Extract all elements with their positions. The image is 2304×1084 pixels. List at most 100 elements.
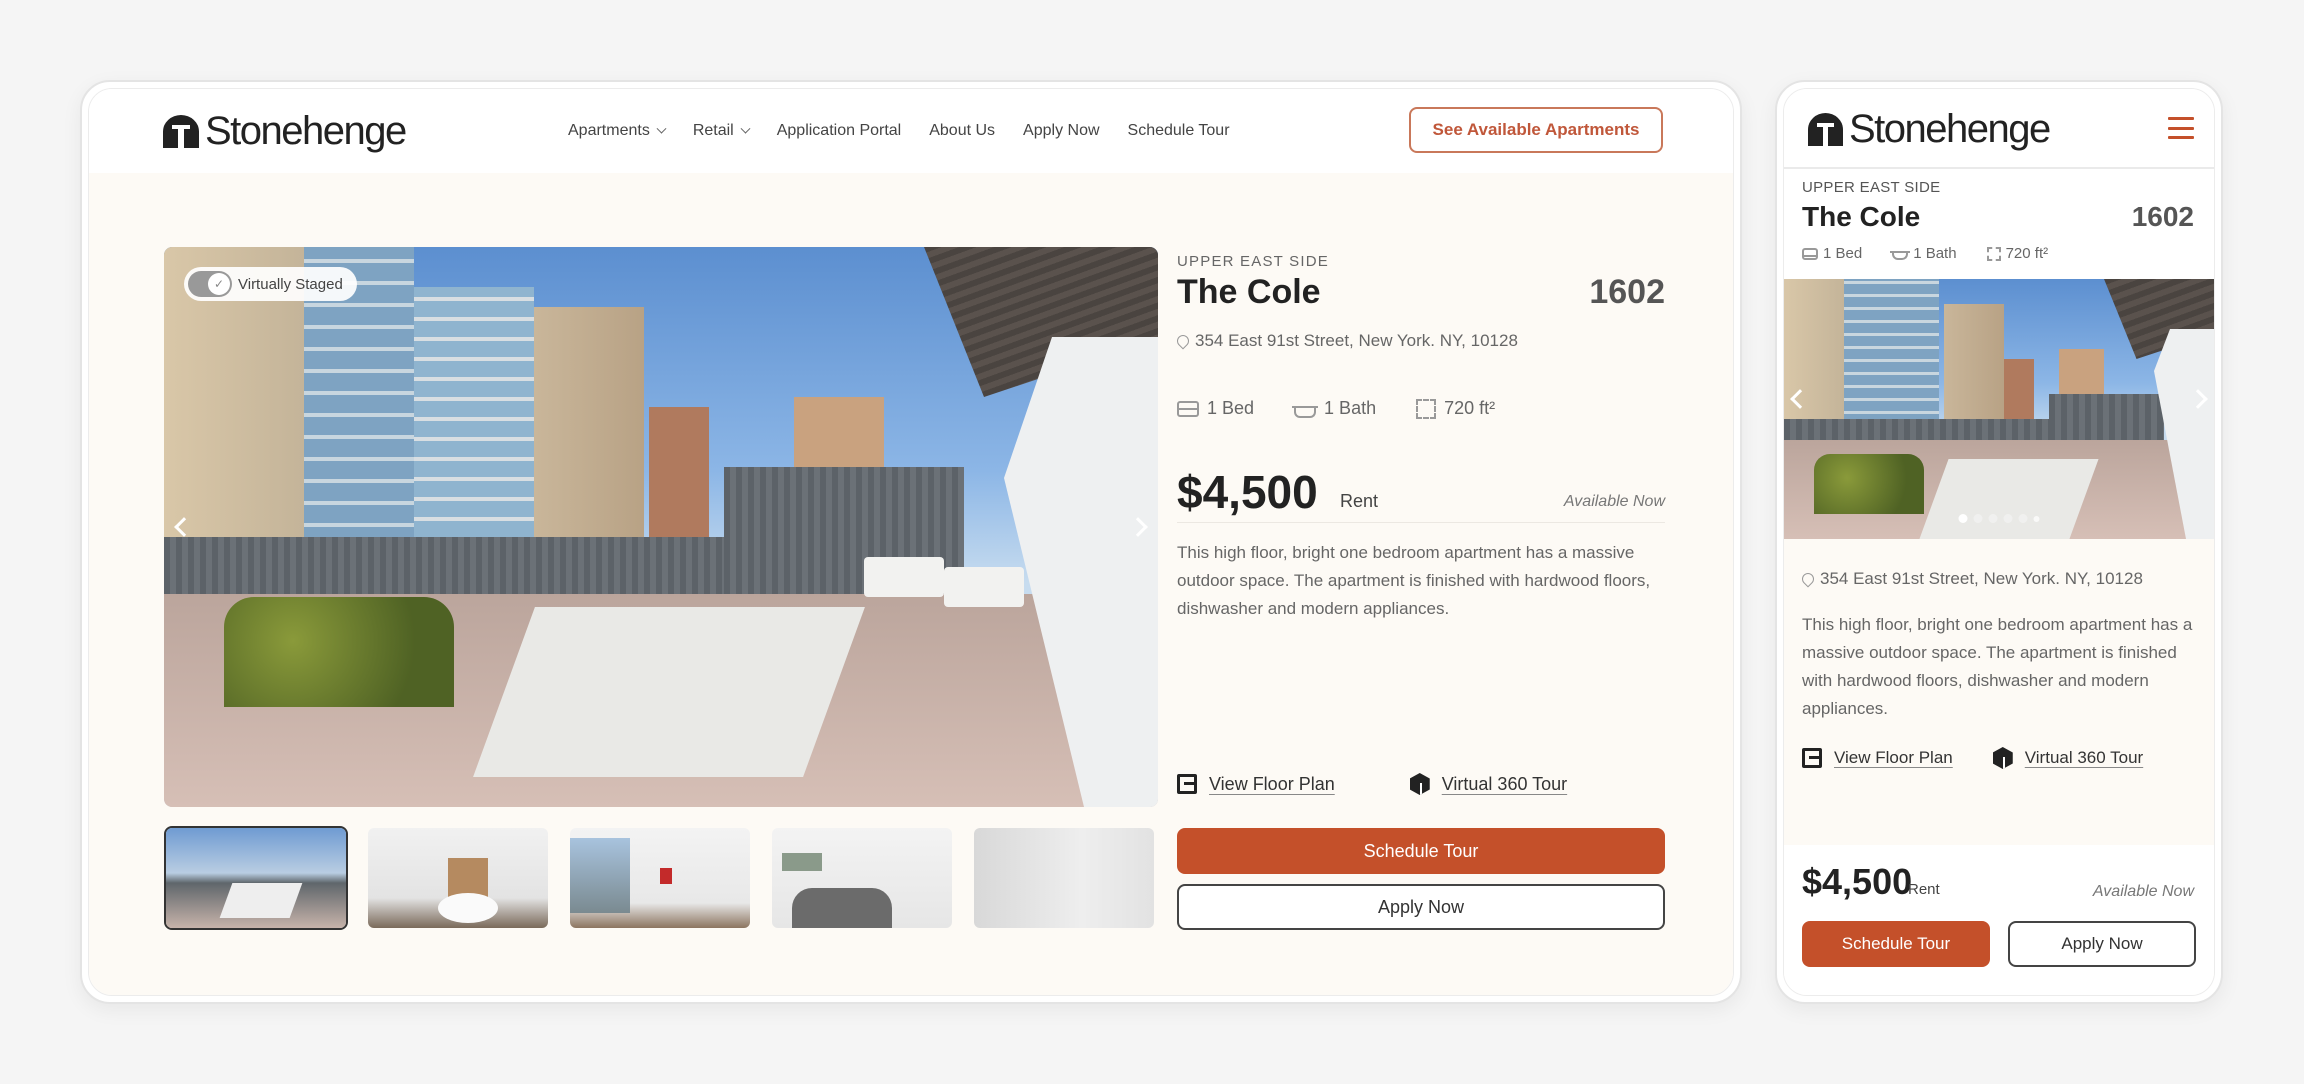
footer-actions: Schedule Tour Apply Now xyxy=(1802,921,2196,967)
unit-specs: 1 Bed 1 Bath 720 ft² xyxy=(1177,398,1495,419)
virtual-tour-link[interactable]: Virtual 360 Tour xyxy=(1409,773,1567,795)
address-text: 354 East 91st Street, New York. NY, 1012… xyxy=(1195,331,1518,350)
chevron-left-icon xyxy=(1790,389,1810,409)
nav-label: Apartments xyxy=(568,122,650,139)
description: This high floor, bright one bedroom apar… xyxy=(1177,543,1651,618)
schedule-tour-button[interactable]: Schedule Tour xyxy=(1802,921,1990,967)
price: $4,500 xyxy=(1177,466,1318,518)
nav-retail[interactable]: Retail xyxy=(692,122,751,140)
price-label: Rent xyxy=(1908,881,1940,898)
listing-links: View Floor Plan Virtual 360 Tour xyxy=(1802,747,2143,769)
link-label: View Floor Plan xyxy=(1209,773,1335,794)
neighborhood: UPPER EAST SIDE xyxy=(1802,179,1941,196)
beds-text: 1 Bed xyxy=(1207,398,1255,418)
toggle-switch[interactable]: ✓ xyxy=(188,271,232,297)
desktop-preview: Stonehenge Apartments Retail Application… xyxy=(80,80,1742,1004)
apply-now-button[interactable]: Apply Now xyxy=(2007,921,2196,967)
spec-area: 720 ft² xyxy=(1986,245,2049,262)
nav-schedule-tour[interactable]: Schedule Tour xyxy=(1128,122,1230,140)
view-floor-plan-link[interactable]: View Floor Plan xyxy=(1802,747,1953,769)
virtual-tour-link[interactable]: Virtual 360 Tour xyxy=(1992,747,2143,769)
hamburger-icon xyxy=(2168,117,2194,120)
unit-specs: 1 Bed 1 Bath 720 ft² xyxy=(1802,245,2048,262)
unit-number: 1602 xyxy=(2131,201,2194,232)
area-text: 720 ft² xyxy=(1444,398,1496,418)
carousel-dot[interactable] xyxy=(1988,514,1998,523)
description: This high floor, bright one bedroom apar… xyxy=(1802,615,2193,718)
apply-now-button[interactable]: Apply Now xyxy=(1177,884,1665,930)
bathtub-icon xyxy=(1292,405,1319,418)
listing-section: ✓ Virtually Staged UPPER EAST SIDE The C… xyxy=(89,173,1733,995)
stonehenge-logo-icon xyxy=(163,115,199,148)
logo-text: Stonehenge xyxy=(1849,107,2051,151)
chevron-right-icon xyxy=(2188,389,2208,409)
prev-photo-button[interactable] xyxy=(172,507,196,547)
menu-button[interactable] xyxy=(2168,117,2194,139)
building-name: The Cole xyxy=(1177,273,1321,311)
logo-text: Stonehenge xyxy=(205,109,407,153)
nav-about-us[interactable]: About Us xyxy=(929,122,995,140)
schedule-tour-button[interactable]: Schedule Tour xyxy=(1177,828,1665,874)
nav-label: Apply Now xyxy=(1023,122,1100,139)
carousel-dot[interactable] xyxy=(2018,514,2028,523)
mobile-listing-header: UPPER EAST SIDE The Cole 1602 1 Bed 1 Ba… xyxy=(1784,171,2214,279)
desktop-page: Stonehenge Apartments Retail Application… xyxy=(88,88,1734,996)
prev-photo-button[interactable] xyxy=(1788,379,1812,419)
baths-text: 1 Bath xyxy=(1324,398,1377,418)
cube-icon xyxy=(1992,747,2013,769)
nav-apartments[interactable]: Apartments xyxy=(568,122,667,140)
terrace-photo xyxy=(1784,279,2214,539)
carousel-dot[interactable] xyxy=(1973,514,1983,523)
carousel-dot[interactable] xyxy=(1958,514,1968,523)
building-name: The Cole xyxy=(1802,201,1921,232)
see-available-apartments-button[interactable]: See Available Apartments xyxy=(1409,107,1663,153)
mobile-header: Stonehenge xyxy=(1784,89,2214,169)
logo[interactable]: Stonehenge xyxy=(163,109,407,154)
address: 354 East 91st Street, New York. NY, 1012… xyxy=(1174,331,1518,351)
bed-icon xyxy=(1802,247,1818,260)
floor-plan-icon xyxy=(1177,774,1197,794)
spec-area: 720 ft² xyxy=(1416,398,1495,419)
thumbnail-living-room[interactable] xyxy=(366,826,550,930)
nav-label: Schedule Tour xyxy=(1127,122,1230,139)
main-photo[interactable]: ✓ Virtually Staged xyxy=(164,247,1158,807)
carousel-dot[interactable] xyxy=(2003,514,2013,523)
spec-beds: 1 Bed xyxy=(1802,245,1862,262)
floor-plan-icon xyxy=(1802,748,1822,768)
location-pin-icon xyxy=(1174,332,1192,350)
thumbnail-bedroom[interactable] xyxy=(770,826,954,930)
mobile-preview: Stonehenge UPPER EAST SIDE The Cole 1602… xyxy=(1775,80,2223,1004)
check-icon: ✓ xyxy=(208,273,230,295)
area-icon xyxy=(1986,246,2001,261)
badge-label: Virtually Staged xyxy=(238,275,343,293)
chevron-down-icon xyxy=(740,123,751,134)
beds-text: 1 Bed xyxy=(1823,245,1863,262)
nav-label: Retail xyxy=(692,122,734,139)
nav-apply-now[interactable]: Apply Now xyxy=(1023,122,1099,140)
logo[interactable]: Stonehenge xyxy=(1808,107,2051,152)
thumbnail-living-area[interactable] xyxy=(568,826,752,930)
thumbnail-terrace[interactable] xyxy=(164,826,348,930)
link-label: View Floor Plan xyxy=(1834,748,1953,767)
nav-label: About Us xyxy=(929,122,996,139)
neighborhood: UPPER EAST SIDE xyxy=(1177,253,1329,270)
availability: Available Now xyxy=(1563,493,1665,510)
carousel-dot[interactable] xyxy=(2033,515,2040,522)
thumbnail-bathroom[interactable] xyxy=(972,826,1156,930)
listing-links: View Floor Plan Virtual 360 Tour xyxy=(1177,773,1567,795)
price-row: $4,500 Rent Available Now xyxy=(1177,453,1665,523)
spec-baths: 1 Bath xyxy=(1292,398,1377,419)
virtually-staged-toggle[interactable]: ✓ Virtually Staged xyxy=(184,267,357,301)
next-photo-button[interactable] xyxy=(2186,379,2210,419)
mobile-photo-carousel[interactable] xyxy=(1784,279,2214,539)
address-text: 354 East 91st Street, New York. NY, 1012… xyxy=(1820,569,2143,588)
area-icon xyxy=(1416,398,1437,419)
next-photo-button[interactable] xyxy=(1126,507,1150,547)
nav-application-portal[interactable]: Application Portal xyxy=(777,122,902,140)
cube-icon xyxy=(1409,773,1430,795)
view-floor-plan-link[interactable]: View Floor Plan xyxy=(1177,773,1335,795)
unit-number: 1602 xyxy=(1589,273,1665,311)
area-text: 720 ft² xyxy=(2005,245,2049,262)
spec-beds: 1 Bed xyxy=(1177,398,1254,419)
stonehenge-logo-icon xyxy=(1808,113,1843,146)
